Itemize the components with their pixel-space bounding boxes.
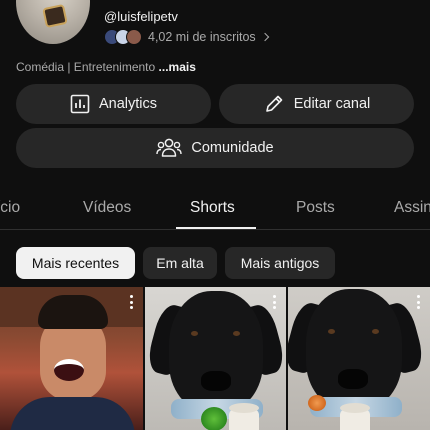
- chevron-right-icon: [260, 32, 269, 42]
- filter-chip-oldest[interactable]: Mais antigos: [225, 247, 335, 279]
- analytics-icon: [70, 94, 90, 114]
- subscriber-count: 4,02 mi de inscritos: [148, 30, 256, 44]
- edit-channel-label: Editar canal: [293, 96, 371, 112]
- tab-posts[interactable]: Posts: [296, 199, 335, 217]
- filter-chip-popular[interactable]: Em alta: [143, 247, 217, 279]
- subscribers-row[interactable]: 4,02 mi de inscritos: [104, 28, 269, 46]
- channel-categories: Comédia | Entretenimento: [16, 60, 156, 74]
- more-link[interactable]: ...mais: [159, 60, 196, 74]
- short-thumbnail[interactable]: [145, 287, 286, 430]
- analytics-button[interactable]: Analytics: [16, 84, 211, 124]
- subscriber-avatars: [104, 29, 142, 45]
- community-button[interactable]: Comunidade: [16, 128, 414, 168]
- tab-subscriptions[interactable]: Assin: [394, 199, 430, 217]
- subscriber-avatar: [126, 29, 142, 45]
- tab-home[interactable]: ício: [0, 199, 20, 217]
- tab-shorts[interactable]: Shorts: [190, 199, 235, 217]
- active-tab-indicator: [176, 227, 256, 229]
- analytics-label: Analytics: [98, 96, 158, 112]
- channel-avatar[interactable]: [16, 0, 90, 44]
- community-label: Comunidade: [191, 140, 274, 156]
- more-vert-icon[interactable]: [130, 295, 134, 309]
- channel-description[interactable]: Comédia | Entretenimento ...mais: [16, 60, 196, 74]
- filter-chip-recent[interactable]: Mais recentes: [16, 247, 135, 279]
- edit-channel-button[interactable]: Editar canal: [219, 84, 414, 124]
- more-vert-icon[interactable]: [417, 295, 421, 309]
- community-icon: [156, 137, 183, 159]
- more-vert-icon[interactable]: [273, 295, 277, 309]
- tab-videos[interactable]: Vídeos: [83, 199, 131, 217]
- pencil-icon: [263, 93, 285, 115]
- channel-tabs: ício Vídeos Shorts Posts Assin: [0, 188, 430, 230]
- channel-handle: @luisfelipetv: [104, 9, 178, 24]
- short-thumbnail[interactable]: [288, 287, 430, 430]
- short-thumbnail[interactable]: [0, 287, 143, 430]
